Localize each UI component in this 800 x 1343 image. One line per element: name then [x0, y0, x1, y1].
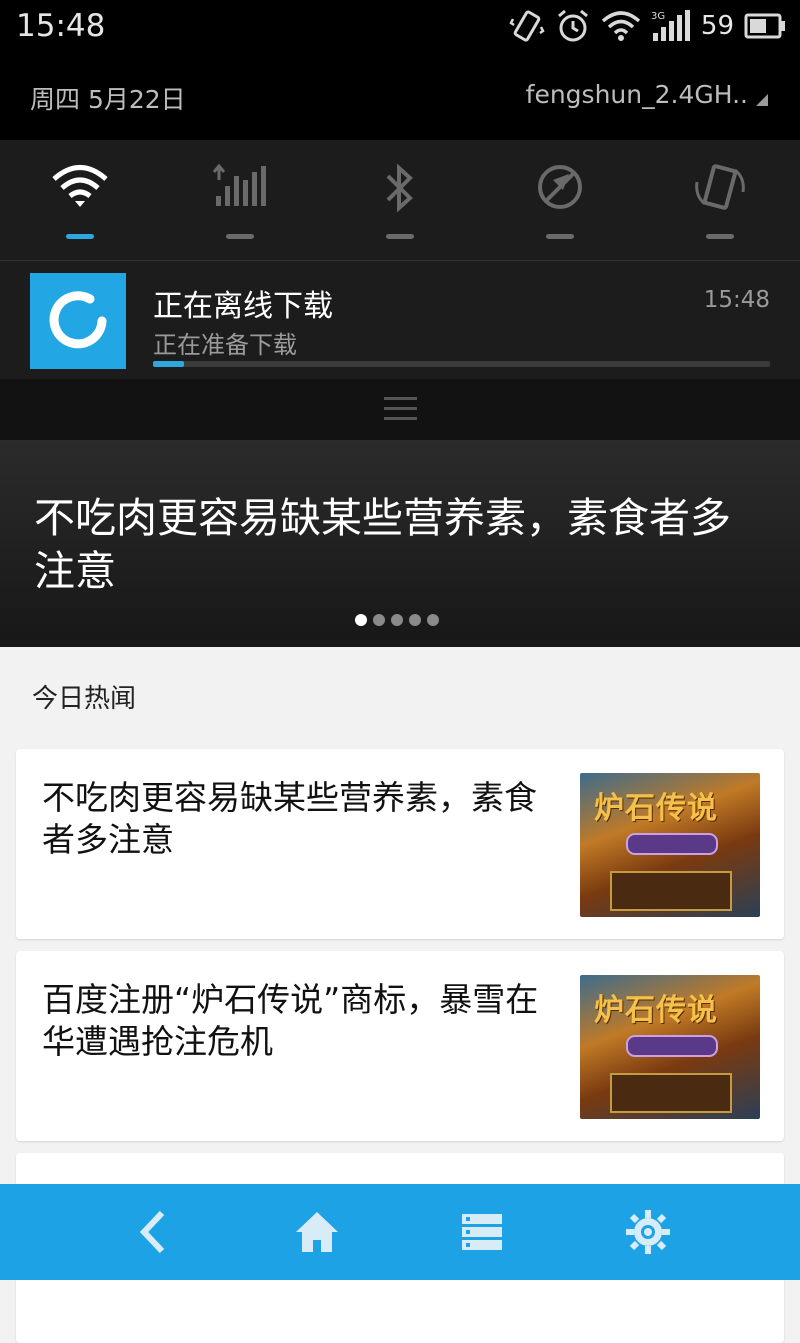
drag-handle-icon [384, 397, 417, 427]
thumbnail-cards [610, 1073, 732, 1113]
thumbnail-badge [626, 1035, 718, 1057]
toggle-mobile-data[interactable] [160, 140, 320, 260]
bluetooth-icon [386, 163, 413, 213]
news-thumbnail: 炉石传说 [580, 773, 760, 917]
gps-location-icon [538, 165, 582, 209]
thumbnail-logo-text: 炉石传说 [594, 791, 718, 826]
shade-handle[interactable] [0, 379, 800, 440]
bottom-nav-bar [0, 1184, 800, 1280]
download-notification[interactable]: 正在离线下载 正在准备下载 15:48 [0, 261, 800, 379]
toggle-gps-indicator [546, 234, 574, 239]
cell-signal-icon: 3G [651, 10, 690, 41]
toggle-wifi[interactable] [0, 140, 160, 260]
headline-banner[interactable]: 不吃肉更容易缺某些营养素，素食者多注意 [0, 440, 800, 647]
network-type-label: 3G [651, 11, 665, 22]
status-bar: 15:48 3G 59 [0, 0, 800, 52]
thumbnail-badge [626, 833, 718, 855]
banner-page-indicator [355, 614, 439, 626]
banner-page-dot [427, 614, 439, 626]
expand-triangle-icon [756, 93, 768, 106]
banner-page-dot [409, 614, 421, 626]
auto-rotate-icon [695, 164, 745, 210]
notification-time: 15:48 [703, 287, 770, 313]
home-button[interactable] [257, 1184, 377, 1280]
toggle-gps[interactable] [480, 140, 640, 260]
toggle-auto-rotate[interactable] [640, 140, 800, 260]
banner-title: 不吃肉更容易缺某些营养素，素食者多注意 [34, 494, 731, 595]
alarm-icon [557, 9, 588, 42]
notification-title: 正在离线下载 [153, 289, 333, 324]
vibrate-icon [509, 10, 545, 42]
banner-page-dot [391, 614, 403, 626]
news-thumbnail: 炉石传说 [580, 975, 760, 1119]
download-progress-bar [153, 361, 770, 367]
news-card[interactable]: 百度注册“炉石传说”商标，暴雪在华遭遇抢注危机 炉石传说 [16, 951, 784, 1141]
battery-percentage: 59 [700, 11, 734, 41]
news-title: 百度注册“炉石传说”商标，暴雪在华遭遇抢注危机 [42, 980, 539, 1061]
thumbnail-logo-text: 炉石传说 [594, 993, 718, 1028]
notification-subtitle: 正在准备下载 [153, 331, 297, 359]
news-title: 不吃肉更容易缺某些营养素，素食者多注意 [42, 778, 537, 859]
battery-icon [744, 13, 785, 39]
wifi-icon [52, 165, 108, 207]
toggle-wifi-indicator [66, 234, 94, 239]
toggle-auto-rotate-indicator [706, 234, 734, 239]
download-progress-fill [153, 361, 184, 367]
banner-page-dot [373, 614, 385, 626]
mobile-data-icon [212, 163, 266, 206]
toggle-mobile-data-indicator [226, 234, 254, 239]
loading-circle-icon [49, 291, 107, 349]
home-icon [296, 1212, 338, 1252]
banner-page-dot [355, 614, 367, 626]
quick-toggles [0, 140, 800, 261]
settings-button[interactable] [588, 1184, 708, 1280]
thumbnail-cards [610, 871, 732, 911]
menu-button[interactable] [422, 1184, 542, 1280]
wifi-network-name[interactable]: fengshun_2.4GH.. [526, 80, 768, 109]
wifi-ssid-label: fengshun_2.4GH.. [525, 80, 748, 109]
status-icons: 3G 59 [509, 8, 786, 44]
news-card[interactable]: 不吃肉更容易缺某些营养素，素食者多注意 炉石传说 [16, 749, 784, 939]
date-label: 周四 5月22日 [30, 85, 186, 114]
toggle-bluetooth[interactable] [320, 140, 480, 260]
status-time: 15:48 [16, 8, 106, 44]
back-button[interactable] [92, 1184, 212, 1280]
settings-gear-icon [626, 1210, 670, 1254]
section-title: 今日热闻 [32, 684, 137, 714]
toggle-bluetooth-indicator [386, 234, 414, 239]
back-icon [139, 1210, 165, 1254]
app-icon [30, 273, 126, 369]
wifi-icon [601, 11, 641, 41]
list-icon [462, 1214, 502, 1250]
shade-header: 周四 5月22日 fengshun_2.4GH.. [0, 52, 800, 140]
